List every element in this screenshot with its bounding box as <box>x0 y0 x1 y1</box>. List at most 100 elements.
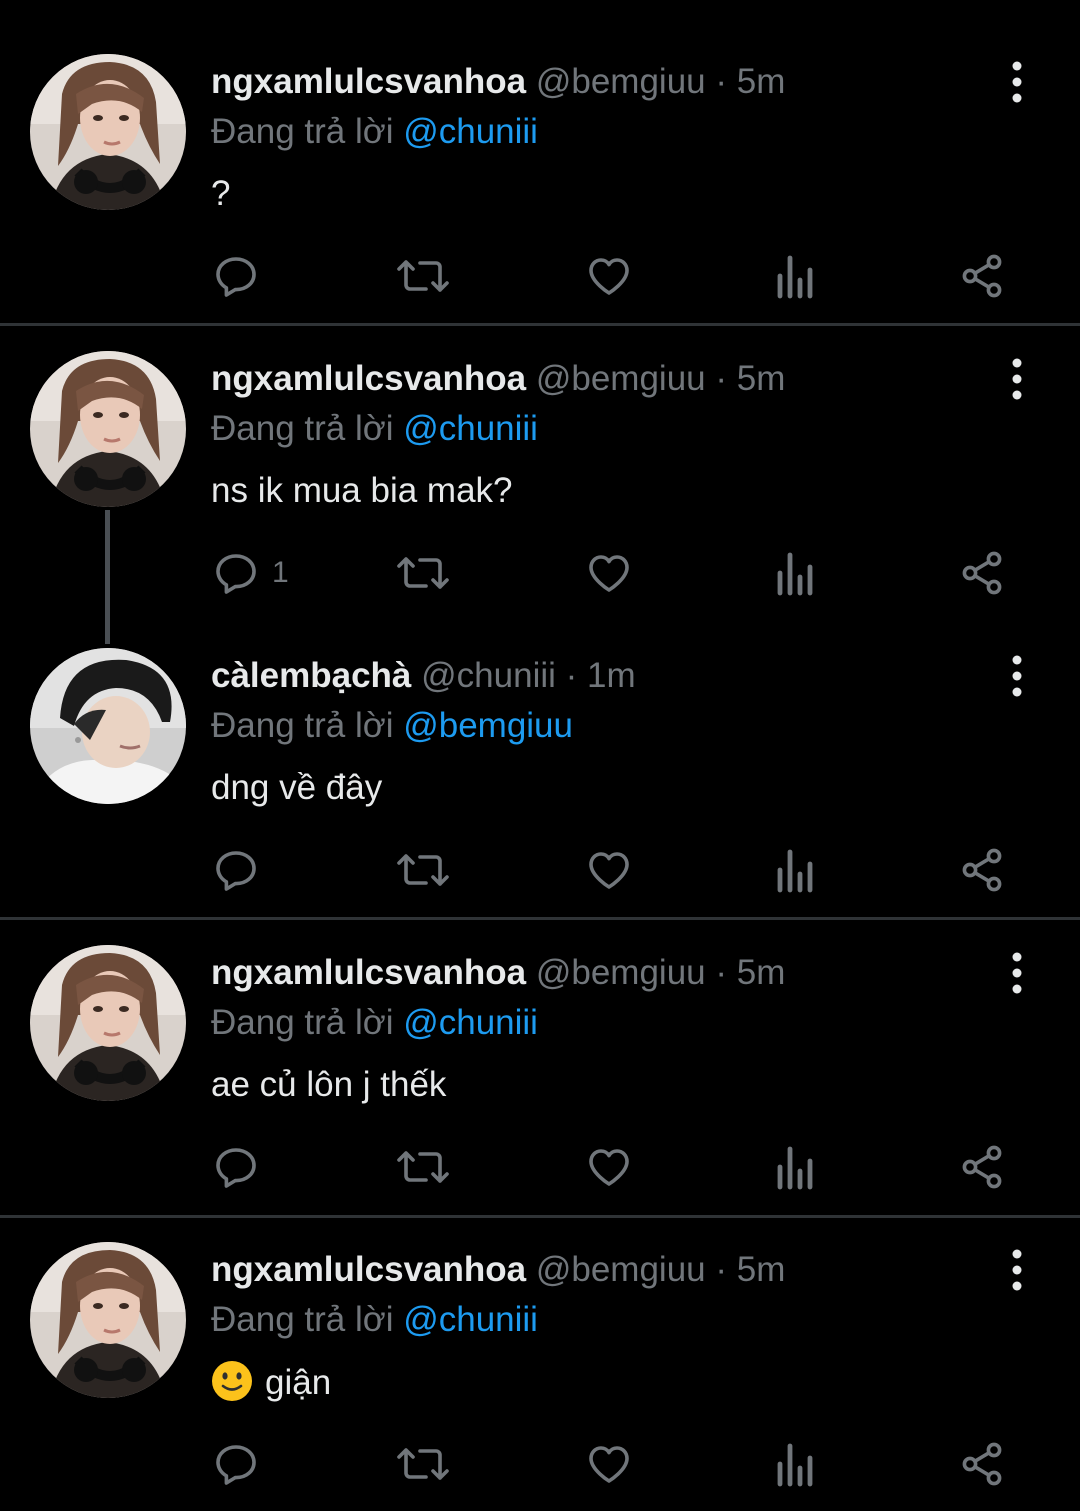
handle[interactable]: @bemgiuu <box>536 953 706 992</box>
mention-link[interactable]: @chuniii <box>403 112 538 151</box>
reply-context: Đang trả lời @chuniii <box>211 407 538 451</box>
retweet-button[interactable] <box>396 547 450 599</box>
share-button[interactable] <box>958 1438 1006 1490</box>
avatar[interactable] <box>30 1242 186 1398</box>
like-icon <box>589 1446 629 1483</box>
timestamp[interactable]: 5m <box>737 62 786 101</box>
share-icon <box>962 551 1002 595</box>
tweet-header: càlembạchà @chuniii · 1m <box>211 654 636 698</box>
more-options-icon[interactable] <box>996 652 1038 700</box>
share-button[interactable] <box>958 250 1006 302</box>
retweet-button[interactable] <box>396 250 450 302</box>
tweet-actions <box>0 844 1080 896</box>
avatar-image <box>30 945 186 1101</box>
reply-prefix: Đang trả lời <box>211 1003 394 1042</box>
like-button[interactable] <box>584 844 634 896</box>
views-button[interactable] <box>774 844 818 896</box>
tweet-actions <box>0 250 1080 302</box>
separator: · <box>715 1250 728 1289</box>
timestamp[interactable]: 5m <box>737 359 786 398</box>
views-button[interactable] <box>774 1438 818 1490</box>
views-button[interactable] <box>774 547 818 599</box>
views-icon <box>777 552 813 596</box>
avatar-image <box>30 351 186 507</box>
tweet-text: ? <box>211 174 231 213</box>
like-icon <box>589 1149 629 1186</box>
avatar-image <box>30 54 186 210</box>
reply-context: Đang trả lời @chuniii <box>211 1001 538 1045</box>
share-icon <box>962 848 1002 892</box>
avatar[interactable] <box>30 945 186 1101</box>
tweet-header: ngxamlulcsvanhoa @bemgiuu · 5m <box>211 1248 785 1292</box>
views-button[interactable] <box>774 250 818 302</box>
avatar[interactable] <box>30 54 186 210</box>
views-button[interactable] <box>774 1141 818 1193</box>
reply-button[interactable] <box>212 844 272 896</box>
mention-link[interactable]: @chuniii <box>403 409 538 448</box>
handle[interactable]: @bemgiuu <box>536 359 706 398</box>
retweet-button[interactable] <box>396 844 450 896</box>
reply-button[interactable] <box>212 1141 272 1193</box>
timestamp[interactable]: 1m <box>587 656 636 695</box>
display-name[interactable]: ngxamlulcsvanhoa <box>211 1250 526 1289</box>
handle[interactable]: @bemgiuu <box>536 62 706 101</box>
avatar[interactable] <box>30 648 186 804</box>
more-options-icon[interactable] <box>996 949 1038 997</box>
reply-prefix: Đang trả lời <box>211 1300 394 1339</box>
divider <box>0 1215 1080 1218</box>
reply-button[interactable] <box>212 1438 272 1490</box>
retweet-icon <box>397 1151 449 1183</box>
retweet-icon <box>397 260 449 292</box>
tweet-text: giận <box>265 1363 332 1402</box>
more-options-icon[interactable] <box>996 355 1038 403</box>
display-name[interactable]: ngxamlulcsvanhoa <box>211 359 526 398</box>
retweet-button[interactable] <box>396 1141 450 1193</box>
mention-link[interactable]: @chuniii <box>403 1300 538 1339</box>
timestamp[interactable]: 5m <box>737 1250 786 1289</box>
more-options-icon[interactable] <box>996 1246 1038 1294</box>
share-icon <box>962 1145 1002 1189</box>
reply-prefix: Đang trả lời <box>211 706 394 745</box>
like-button[interactable] <box>584 250 634 302</box>
share-button[interactable] <box>958 1141 1006 1193</box>
reply-button[interactable] <box>212 250 272 302</box>
like-icon <box>589 852 629 889</box>
avatar[interactable] <box>30 351 186 507</box>
tweet-actions <box>0 1438 1080 1490</box>
share-icon <box>962 1442 1002 1486</box>
reply-button[interactable]: 1 <box>212 547 289 599</box>
views-icon <box>777 255 813 299</box>
timestamp[interactable]: 5m <box>737 953 786 992</box>
display-name[interactable]: ngxamlulcsvanhoa <box>211 62 526 101</box>
views-icon <box>777 849 813 893</box>
tweet-header: ngxamlulcsvanhoa @bemgiuu · 5m <box>211 951 785 995</box>
handle[interactable]: @chuniii <box>421 656 556 695</box>
reply-icon <box>216 257 256 297</box>
tweet-text: ns ik mua bia mak? <box>211 471 513 510</box>
reply-count: 1 <box>272 556 289 589</box>
display-name[interactable]: càlembạchà <box>211 656 411 695</box>
reply-icon <box>216 1445 256 1485</box>
reply-context: Đang trả lời @chuniii <box>211 110 538 154</box>
share-button[interactable] <box>958 547 1006 599</box>
more-options-icon[interactable] <box>996 58 1038 106</box>
avatar-image <box>30 648 186 804</box>
mention-link[interactable]: @bemgiuu <box>403 706 573 745</box>
separator: · <box>715 953 728 992</box>
like-button[interactable] <box>584 547 634 599</box>
reply-prefix: Đang trả lời <box>211 112 394 151</box>
share-button[interactable] <box>958 844 1006 896</box>
views-icon <box>777 1146 813 1190</box>
thread-connector <box>105 510 110 644</box>
divider <box>0 917 1080 920</box>
retweet-icon <box>397 854 449 886</box>
mention-link[interactable]: @chuniii <box>403 1003 538 1042</box>
retweet-icon <box>397 1448 449 1480</box>
retweet-button[interactable] <box>396 1438 450 1490</box>
like-button[interactable] <box>584 1141 634 1193</box>
handle[interactable]: @bemgiuu <box>536 1250 706 1289</box>
like-icon <box>589 555 629 592</box>
divider <box>0 323 1080 326</box>
like-button[interactable] <box>584 1438 634 1490</box>
display-name[interactable]: ngxamlulcsvanhoa <box>211 953 526 992</box>
